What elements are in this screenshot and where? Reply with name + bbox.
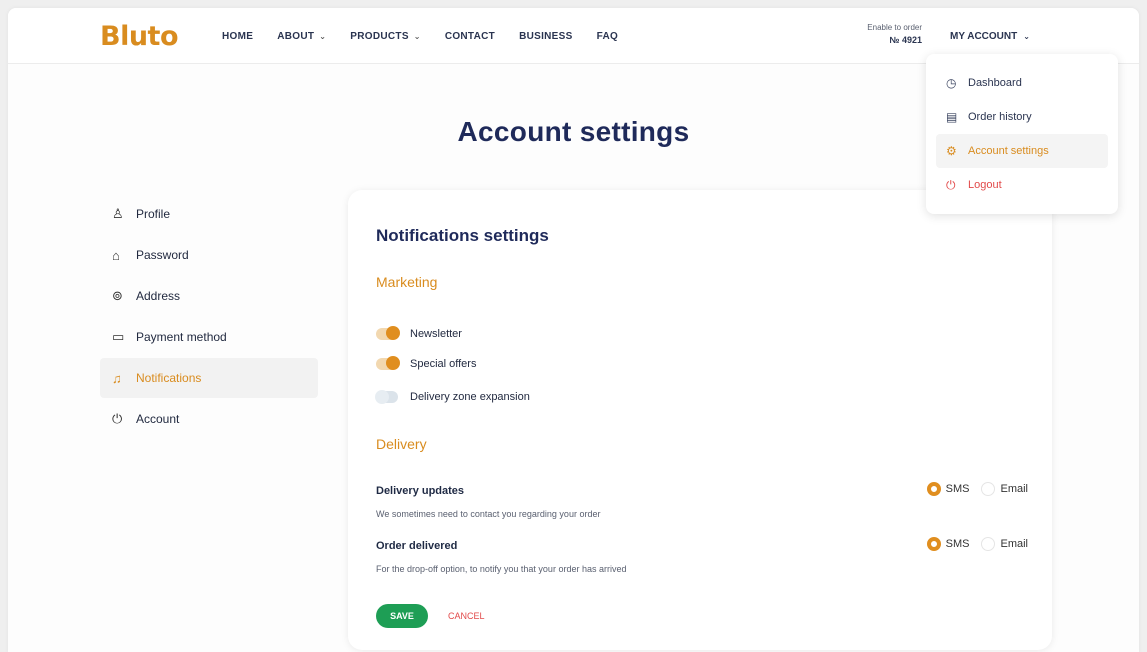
power-icon: ⏻ bbox=[946, 177, 956, 192]
chevron-down-icon: ⌄ bbox=[1023, 31, 1030, 41]
cancel-button[interactable]: CANCEL bbox=[448, 604, 485, 628]
notifications-card: Notifications settings Marketing Newslet… bbox=[348, 190, 1052, 650]
delivery-updates-desc: We sometimes need to contact you regardi… bbox=[376, 509, 601, 519]
my-account-label: MY ACCOUNT bbox=[950, 30, 1018, 42]
card-icon: ▭ bbox=[112, 329, 125, 344]
main-nav: HOME ABOUT ⌄ PRODUCTS ⌄ CONTACT BUSINESS… bbox=[222, 8, 642, 64]
menu-item-label: Logout bbox=[968, 179, 1002, 191]
sidebar-item-label: Address bbox=[136, 289, 181, 303]
newsletter-toggle[interactable] bbox=[376, 326, 400, 340]
save-button[interactable]: SAVE bbox=[376, 604, 428, 628]
chevron-down-icon: ⌄ bbox=[413, 31, 421, 41]
sidebar-item-label: Password bbox=[136, 248, 189, 262]
sidebar-item-account[interactable]: ⏻ Account bbox=[100, 399, 318, 439]
sidebar-item-label: Account bbox=[136, 412, 180, 426]
gear-icon: ⚙ bbox=[946, 144, 957, 158]
order-delivered-row: Order delivered For the drop-off option,… bbox=[376, 537, 1028, 574]
location-icon: ⊚ bbox=[112, 288, 123, 303]
sms-radio[interactable] bbox=[926, 537, 941, 551]
document-icon: ▤ bbox=[946, 110, 958, 124]
order-delivered-options: SMS Email bbox=[926, 537, 1028, 551]
toggle-label: Special offers bbox=[410, 358, 477, 370]
toggle-label: Newsletter bbox=[410, 328, 462, 340]
app-frame: Bluto HOME ABOUT ⌄ PRODUCTS ⌄ CONTACT BU… bbox=[8, 8, 1139, 652]
delivery-updates-row: Delivery updates We sometimes need to co… bbox=[376, 482, 1028, 519]
radio-label: SMS bbox=[945, 538, 970, 550]
order-label: Enable to order bbox=[867, 23, 922, 32]
sidebar-item-label: Notifications bbox=[136, 371, 202, 385]
chevron-down-icon: ⌄ bbox=[319, 31, 327, 41]
toggle-row-delivery-zone: Delivery zone expansion bbox=[375, 390, 530, 404]
nav-item-label: BUSINESS bbox=[519, 30, 573, 42]
user-icon: ♙ bbox=[112, 206, 124, 221]
nav-item-home[interactable]: HOME bbox=[222, 31, 253, 42]
email-radio[interactable] bbox=[981, 482, 996, 496]
menu-item-dashboard[interactable]: ◷ Dashboard bbox=[936, 66, 1108, 100]
menu-item-label: Account settings bbox=[968, 145, 1049, 157]
nav-item-faq[interactable]: FAQ bbox=[597, 31, 618, 42]
nav-item-label: ABOUT bbox=[277, 30, 315, 42]
radio-label: SMS bbox=[945, 483, 970, 495]
account-dropdown-menu: ◷ Dashboard ▤ Order history ⚙ Account se… bbox=[926, 54, 1118, 214]
radio-label: Email bbox=[1000, 483, 1028, 495]
sidebar-item-payment-method[interactable]: ▭ Payment method bbox=[100, 317, 318, 357]
menu-item-account-settings[interactable]: ⚙ Account settings bbox=[936, 134, 1108, 168]
sidebar-item-label: Profile bbox=[136, 207, 171, 221]
radio-label: Email bbox=[1000, 538, 1028, 550]
nav-item-products[interactable]: PRODUCTS ⌄ bbox=[350, 31, 421, 42]
special-offers-toggle[interactable] bbox=[376, 356, 400, 370]
marketing-section-title: Marketing bbox=[376, 274, 438, 290]
toggle-row-newsletter: Newsletter bbox=[376, 326, 462, 340]
order-number[interactable]: Enable to order № 4921 bbox=[826, 22, 922, 46]
lock-icon: ⌂ bbox=[112, 247, 120, 263]
menu-item-label: Order history bbox=[968, 111, 1032, 123]
brand-logo[interactable]: Bluto bbox=[100, 21, 179, 52]
nav-item-about[interactable]: ABOUT ⌄ bbox=[277, 31, 326, 42]
delivery-section-title: Delivery bbox=[376, 436, 427, 452]
menu-item-label: Dashboard bbox=[968, 77, 1022, 89]
sidebar-item-label: Payment method bbox=[136, 330, 227, 344]
nav-item-label: CONTACT bbox=[444, 30, 496, 42]
toggle-label: Delivery zone expansion bbox=[410, 391, 530, 403]
nav-item-label: PRODUCTS bbox=[350, 30, 409, 42]
menu-item-logout[interactable]: ⏻ Logout bbox=[936, 168, 1108, 202]
sms-radio[interactable] bbox=[926, 482, 941, 496]
settings-sidebar: ♙ Profile ⌂ Password ⊚ Address ▭ Payment… bbox=[100, 194, 318, 440]
order-delivered-desc: For the drop-off option, to notify you t… bbox=[376, 564, 627, 574]
email-radio[interactable] bbox=[981, 537, 996, 551]
sidebar-item-profile[interactable]: ♙ Profile bbox=[100, 194, 318, 234]
card-title: Notifications settings bbox=[376, 226, 549, 245]
nav-item-business[interactable]: BUSINESS bbox=[519, 31, 573, 42]
bell-icon: ♫ bbox=[112, 370, 122, 386]
order-value: № 4921 bbox=[889, 35, 922, 45]
sidebar-item-notifications[interactable]: ♫ Notifications bbox=[100, 358, 318, 398]
toggle-row-special-offers: Special offers bbox=[376, 356, 477, 370]
clock-icon: ◷ bbox=[946, 76, 957, 90]
sidebar-item-password[interactable]: ⌂ Password bbox=[100, 235, 318, 275]
nav-item-label: FAQ bbox=[596, 30, 619, 42]
sidebar-item-address[interactable]: ⊚ Address bbox=[100, 276, 318, 316]
power-icon: ⏻ bbox=[112, 411, 123, 426]
menu-item-order-history[interactable]: ▤ Order history bbox=[936, 100, 1108, 134]
delivery-zone-toggle[interactable] bbox=[375, 390, 398, 404]
delivery-updates-options: SMS Email bbox=[926, 482, 1028, 496]
nav-item-label: HOME bbox=[222, 30, 254, 42]
nav-item-contact[interactable]: CONTACT bbox=[445, 31, 495, 42]
